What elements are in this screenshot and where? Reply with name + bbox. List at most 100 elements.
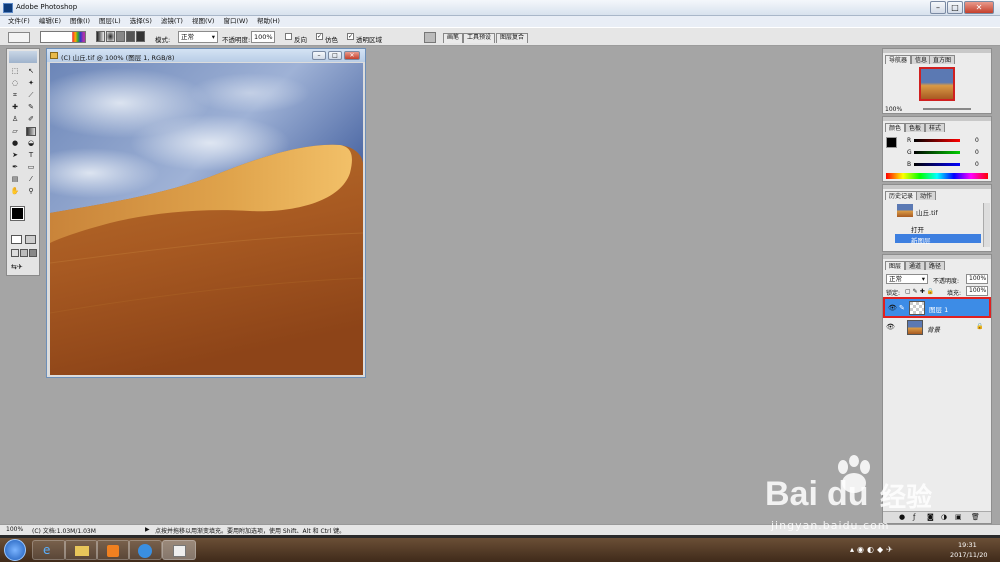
menu-layer[interactable]: 图层(L) [99, 16, 121, 27]
printer-icon[interactable] [424, 32, 436, 43]
type-tool-icon[interactable]: T [26, 151, 36, 160]
fill-input[interactable]: 100% [966, 286, 988, 296]
rectangle-tool-icon[interactable]: ▭ [26, 163, 36, 172]
path-selection-tool-icon[interactable]: ➤ [10, 151, 20, 160]
eye-icon[interactable]: 👁 [888, 304, 897, 312]
history-item[interactable]: 打开 [895, 223, 981, 234]
lock-icons[interactable]: ▢✎✚🔒 [905, 288, 936, 295]
delete-layer-icon[interactable]: 🗑 [971, 513, 980, 521]
tab-histogram[interactable]: 直方图 [929, 55, 956, 64]
standard-mode-button[interactable] [11, 235, 22, 244]
tab-channels[interactable]: 通道 [905, 261, 926, 270]
ie-taskbar-icon[interactable]: e [32, 540, 66, 560]
doc-minimize-button[interactable]: – [312, 51, 326, 60]
transparency-checkbox[interactable]: ✓ [347, 33, 354, 40]
radial-gradient-button[interactable] [106, 31, 115, 42]
reverse-checkbox[interactable] [285, 33, 292, 40]
tab-navigator[interactable]: 导航器 [885, 55, 912, 64]
menu-view[interactable]: 视图(V) [192, 16, 215, 27]
quick-mask-button[interactable] [25, 235, 36, 244]
zoom-slider[interactable] [923, 108, 971, 110]
hand-tool-icon[interactable]: ✋ [10, 187, 20, 196]
channel-r-slider[interactable] [914, 139, 960, 142]
history-item-selected[interactable]: 新图层 [895, 234, 981, 245]
lasso-tool-icon[interactable]: ◌ [10, 79, 20, 88]
menu-filter[interactable]: 滤镜(T) [161, 16, 183, 27]
snapshot-thumbnail[interactable] [897, 204, 913, 217]
system-tray-icons[interactable]: ▴◉◐◆✈ [850, 545, 896, 554]
dock-tab-brushes[interactable]: 画笔 [443, 33, 464, 43]
mode-select[interactable]: 正常 ▾ [178, 31, 218, 43]
eraser-tool-icon[interactable]: ▱ [10, 127, 20, 136]
color-ramp[interactable] [886, 173, 988, 179]
full-screen-menu-button[interactable] [20, 249, 28, 257]
doc-close-button[interactable]: ✕ [344, 51, 360, 60]
linear-gradient-button[interactable] [96, 31, 105, 42]
clock-time[interactable]: 19:31 [958, 541, 977, 549]
crop-tool-icon[interactable]: ⌗ [10, 91, 20, 100]
explorer-taskbar-icon[interactable] [64, 540, 98, 560]
maximize-button[interactable]: □ [947, 1, 963, 14]
gradient-picker[interactable] [40, 31, 86, 43]
play-icon[interactable]: ▶ [145, 526, 150, 533]
menu-select[interactable]: 选择(S) [130, 16, 152, 27]
tab-paths[interactable]: 路径 [925, 261, 946, 270]
tab-actions[interactable]: 动作 [916, 191, 937, 200]
menu-edit[interactable]: 编辑(E) [39, 16, 61, 27]
magic-wand-tool-icon[interactable]: ✦ [26, 79, 36, 88]
diamond-gradient-button[interactable] [136, 31, 145, 42]
channel-r-value[interactable]: 0 [975, 137, 979, 144]
fg-color-swatch[interactable] [886, 137, 897, 148]
history-brush-tool-icon[interactable]: ✐ [26, 115, 36, 124]
layer-row[interactable]: 👁 背景 🔒 [883, 319, 991, 338]
move-tool-icon[interactable]: ↖ [26, 67, 36, 76]
brush-tool-icon[interactable]: ✎ [26, 103, 36, 112]
blend-mode-select[interactable]: 正常 ▾ [886, 274, 928, 284]
opacity-input[interactable]: 100% [251, 31, 275, 43]
menu-help[interactable]: 帮助(H) [257, 16, 280, 27]
eye-icon[interactable]: 👁 [886, 323, 895, 331]
eyedropper-tool-icon[interactable]: ⁄ [26, 175, 36, 184]
tab-layers[interactable]: 图层 [885, 261, 906, 270]
start-button[interactable] [4, 539, 26, 561]
channel-g-value[interactable]: 0 [975, 149, 979, 156]
zoom-tool-icon[interactable]: ⚲ [26, 187, 36, 196]
channel-b-value[interactable]: 0 [975, 161, 979, 168]
status-zoom[interactable]: 100% [6, 526, 23, 533]
layer-opacity-input[interactable]: 100% [966, 274, 988, 284]
navigator-zoom[interactable]: 100% [885, 106, 902, 113]
image-canvas[interactable] [50, 63, 363, 375]
photoshop-taskbar-icon[interactable] [162, 540, 196, 560]
layer-name[interactable]: 图层 1 [929, 304, 948, 314]
tab-color[interactable]: 颜色 [885, 123, 906, 132]
jump-to-imageready-icon[interactable]: ⇆✈ [11, 263, 37, 272]
media-player-taskbar-icon[interactable] [96, 540, 130, 560]
reflected-gradient-button[interactable] [126, 31, 135, 42]
menu-image[interactable]: 图像(I) [70, 16, 90, 27]
healing-brush-tool-icon[interactable]: ✚ [10, 103, 20, 112]
slice-tool-icon[interactable]: ⟋ [26, 91, 36, 100]
clone-stamp-tool-icon[interactable]: ♙ [10, 115, 20, 124]
minimize-button[interactable]: – [930, 1, 946, 14]
blur-tool-icon[interactable]: ● [10, 139, 20, 148]
dock-tab-tool-presets[interactable]: 工具预设 [463, 33, 496, 43]
full-screen-button[interactable] [29, 249, 37, 257]
sogou-taskbar-icon[interactable] [128, 540, 162, 560]
marquee-tool-icon[interactable]: ⬚ [10, 67, 20, 76]
pen-tool-icon[interactable]: ✒ [10, 163, 20, 172]
tab-swatches[interactable]: 色板 [905, 123, 926, 132]
dodge-tool-icon[interactable]: ◒ [26, 139, 36, 148]
gradient-tool-icon[interactable] [26, 127, 36, 136]
channel-b-slider[interactable] [914, 163, 960, 166]
menu-file[interactable]: 文件(F) [8, 16, 30, 27]
layer-name[interactable]: 背景 [927, 324, 940, 334]
clock-date[interactable]: 2017/11/20 [950, 551, 987, 559]
dock-tab-layer-comps[interactable]: 图层复合 [496, 33, 529, 43]
navigator-thumbnail[interactable] [919, 67, 955, 101]
snapshot-name[interactable]: 山丘.tif [916, 207, 938, 217]
doc-maximize-button[interactable]: □ [328, 51, 342, 60]
layer-row-selected[interactable]: 👁 ✎ 图层 1 [883, 297, 991, 318]
menu-window[interactable]: 窗口(W) [223, 16, 248, 27]
foreground-color-swatch[interactable] [10, 206, 25, 221]
history-scrollbar[interactable] [983, 203, 990, 247]
